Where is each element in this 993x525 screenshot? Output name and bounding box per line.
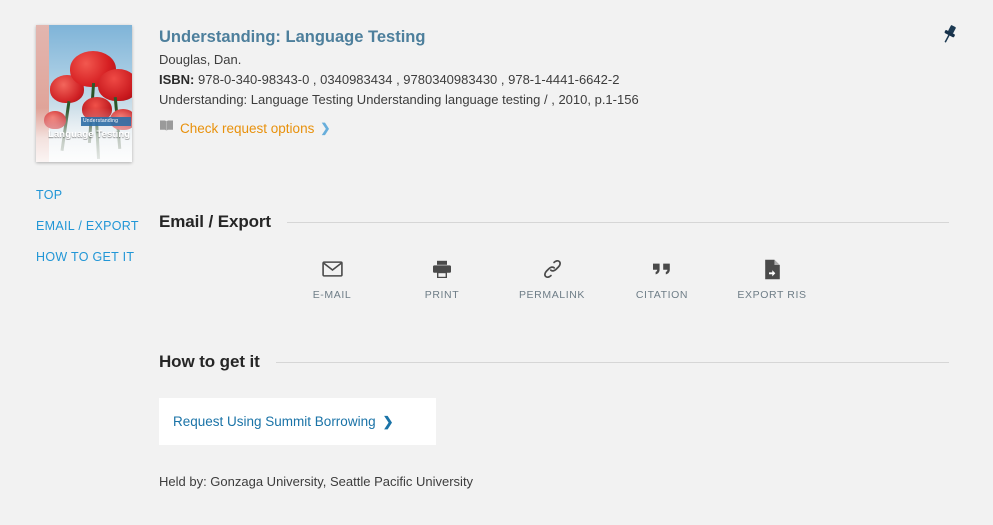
sidebar-item-top[interactable]: TOP xyxy=(36,188,146,203)
export-ris-action-button[interactable]: EXPORT RIS xyxy=(717,258,827,301)
open-book-icon xyxy=(159,119,174,137)
pushpin-icon[interactable] xyxy=(936,22,962,48)
section-navigation: TOP EMAIL / EXPORT HOW TO GET IT xyxy=(36,188,146,281)
check-request-options-label: Check request options xyxy=(180,120,315,136)
email-action-button[interactable]: E-MAIL xyxy=(277,258,387,301)
record-details: Understanding: Language Testing Understa… xyxy=(159,92,639,107)
record-header: Understanding Language Testing Understan… xyxy=(0,0,993,180)
sidebar-item-email-export[interactable]: EMAIL / EXPORT xyxy=(36,219,146,234)
print-action-button[interactable]: PRINT xyxy=(387,258,497,301)
email-export-actions: E-MAIL PRINT PERMALINK CITATION EXPORT R… xyxy=(159,258,949,301)
record-title[interactable]: Understanding: Language Testing xyxy=(159,26,899,48)
email-export-heading-row: Email / Export xyxy=(159,212,949,232)
record-detail-page: Understanding Language Testing Understan… xyxy=(0,0,993,525)
check-request-options-link[interactable]: Check request options ❯ xyxy=(159,119,899,137)
cover-title-text: Language Testing xyxy=(48,129,131,140)
citation-action-button[interactable]: CITATION xyxy=(607,258,717,301)
chevron-right-icon: ❯ xyxy=(382,413,394,429)
record-author: Douglas, Dan. xyxy=(159,52,242,67)
book-cover-image: Understanding Language Testing xyxy=(36,25,132,162)
held-by-text: Held by: Gonzaga University, Seattle Pac… xyxy=(159,474,474,489)
record-isbn-label: ISBN: xyxy=(159,72,195,87)
section-divider xyxy=(286,221,949,223)
quotation-marks-icon xyxy=(652,258,672,280)
how-to-get-it-heading: How to get it xyxy=(159,352,260,371)
export-ris-action-label: EXPORT RIS xyxy=(737,289,807,301)
section-divider xyxy=(275,361,949,363)
citation-action-label: CITATION xyxy=(635,289,689,301)
how-to-get-it-section: How to get it Request Using Summit Borro… xyxy=(159,352,949,491)
envelope-icon xyxy=(321,258,343,280)
request-summit-borrowing-button[interactable]: Request Using Summit Borrowing ❯ xyxy=(159,398,436,445)
sidebar-item-how-to-get-it[interactable]: HOW TO GET IT xyxy=(36,250,146,265)
record-isbn: ISBN: 978-0-340-98343-0 , 0340983434 , 9… xyxy=(159,70,899,90)
permalink-action-label: PERMALINK xyxy=(518,289,586,301)
book-cover-thumbnail[interactable]: Understanding Language Testing xyxy=(36,25,132,162)
record-isbn-values: 978-0-340-98343-0 , 0340983434 , 9780340… xyxy=(198,72,620,87)
chevron-right-icon: ❯ xyxy=(320,121,331,135)
link-chain-icon xyxy=(542,258,563,280)
permalink-action-button[interactable]: PERMALINK xyxy=(497,258,607,301)
file-export-icon xyxy=(764,258,781,280)
cover-series-text: Understanding xyxy=(83,118,119,124)
request-summit-borrowing-label: Request Using Summit Borrowing xyxy=(173,414,376,429)
record-metadata: Understanding: Language Testing Douglas,… xyxy=(159,26,899,137)
email-export-heading: Email / Export xyxy=(159,212,271,231)
email-action-label: E-MAIL xyxy=(312,289,352,301)
email-export-section: Email / Export E-MAIL PRINT PERMALINK CI… xyxy=(159,212,949,301)
how-to-get-it-heading-row: How to get it xyxy=(159,352,949,372)
printer-icon xyxy=(432,258,452,280)
print-action-label: PRINT xyxy=(424,289,460,301)
